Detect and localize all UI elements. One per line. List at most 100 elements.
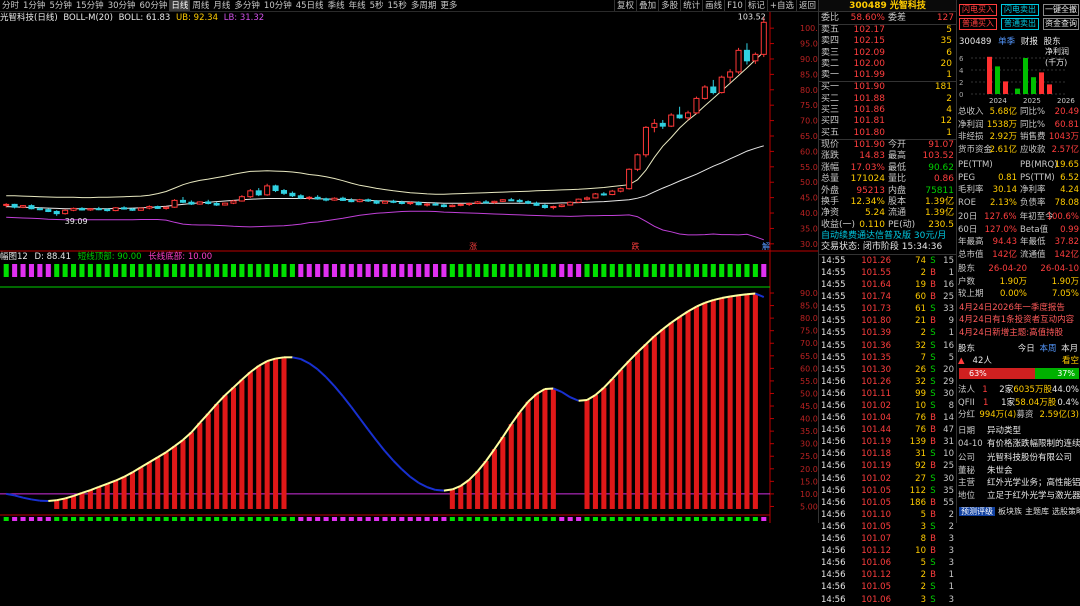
flash-sell-button[interactable]: 闪电卖出 — [1001, 4, 1039, 16]
level-label: 买五 — [819, 128, 839, 139]
period-tab[interactable]: 季线 — [326, 0, 347, 12]
order-level[interactable]: 卖二102.0020 — [819, 59, 956, 70]
candle-body — [458, 204, 463, 205]
period-tab[interactable]: 分时 — [0, 0, 21, 12]
auto-renew-notice[interactable]: 自动续费通达信普及版 30元/月 — [819, 231, 946, 242]
flash-buy-button[interactable]: 闪电买入 — [959, 4, 997, 16]
news-item[interactable]: 4月24日2026年一季度报告 — [957, 302, 1080, 314]
tick-list[interactable]: 14:55101.2674S1514:55101.552B114:55101.6… — [819, 255, 956, 606]
tick-volume: 61 — [891, 303, 926, 315]
order-level[interactable]: 买二101.882 — [819, 94, 956, 105]
tick-time: 14:56 — [819, 436, 849, 448]
candle-body — [214, 203, 219, 205]
tick-price: 101.73 — [849, 303, 891, 315]
order-level[interactable]: 买一101.90181 — [819, 82, 956, 93]
institution-count: 1 — [983, 397, 993, 410]
bottom-tab[interactable]: 主题库 — [1025, 507, 1049, 516]
stat-label: 净资 — [819, 208, 841, 219]
order-level[interactable]: 卖四102.1535 — [819, 36, 956, 47]
normal-buy-button[interactable]: 普通买入 — [959, 18, 997, 30]
bottom-signal-bar — [231, 517, 236, 521]
indicator-axis-label: 70.00 — [800, 339, 818, 348]
event-row[interactable]: 04-10有价格涨跌幅限制的连续 — [957, 438, 1080, 451]
tick-price: 101.39 — [849, 327, 891, 339]
period-tab[interactable]: 15分钟 — [74, 0, 106, 12]
candle-body — [54, 211, 59, 213]
news-list[interactable]: 4月24日2026年一季度报告4月24日有1条投资者互动内容4月24日新增主题:… — [957, 302, 1080, 339]
order-level[interactable]: 卖五102.175 — [819, 25, 956, 36]
indicator-bar — [753, 294, 758, 509]
info-value: 2.92万 — [983, 131, 1017, 144]
tick-price: 101.07 — [849, 533, 891, 545]
bottom-tab[interactable]: 板块族 — [998, 507, 1022, 516]
tick-price: 101.19 — [849, 460, 891, 472]
tick-row: 14:56101.1831S10 — [819, 448, 956, 460]
period-tab[interactable]: 月线 — [211, 0, 232, 12]
tab-week[interactable]: 本周 — [1039, 344, 1056, 354]
tick-volume: 76 — [891, 424, 926, 436]
candle-body — [180, 200, 185, 202]
boll-indicator-name[interactable]: BOLL-M(20) — [63, 13, 113, 23]
period-tab[interactable]: 10分钟 — [262, 0, 294, 12]
fund-query-button[interactable]: 资金查询 — [1043, 18, 1079, 30]
chart-tool-button[interactable]: 叠加 — [636, 0, 658, 12]
period-tab[interactable]: 15秒 — [386, 0, 409, 12]
info-value: 127.6% — [983, 211, 1017, 224]
indicator-bar — [635, 352, 640, 509]
period-tab[interactable]: 60分钟 — [138, 0, 170, 12]
period-tab[interactable]: 30分钟 — [106, 0, 138, 12]
period-tab[interactable]: 多周期 — [409, 0, 439, 12]
bottom-tab[interactable]: 选股策略 — [1052, 507, 1080, 516]
news-item[interactable]: 4月24日有1条投资者互动内容 — [957, 314, 1080, 326]
period-tab[interactable]: 日线 — [169, 0, 190, 12]
tab-month[interactable]: 本月 — [1061, 344, 1078, 354]
period-tab[interactable]: 1分钟 — [21, 0, 47, 12]
chart-tool-button[interactable]: 复权 — [614, 0, 636, 12]
chart-tool-button[interactable]: 统计 — [680, 0, 702, 12]
tab-today[interactable]: 今日 — [1018, 344, 1035, 354]
period-tab[interactable]: 45日线 — [294, 0, 326, 12]
candle-body — [265, 186, 270, 195]
order-level[interactable]: 卖三102.096 — [819, 48, 956, 59]
weibi-label: 委比 — [819, 12, 841, 24]
chart-tool-button[interactable]: 多股 — [658, 0, 680, 12]
candle-body — [172, 200, 177, 207]
event-list[interactable]: 日期异动类型04-10有价格涨跌幅限制的连续 — [957, 425, 1080, 450]
indicator-bar — [610, 379, 615, 509]
tab-quarter[interactable]: 单季 — [998, 37, 1015, 47]
tick-volume: 21 — [891, 315, 926, 327]
chart-tool-button[interactable]: 标记 — [745, 0, 767, 12]
cancel-all-button[interactable]: 一键全撤 — [1043, 4, 1079, 16]
indicator-axis-label: 55.00 — [800, 377, 818, 386]
candle-body — [559, 205, 564, 207]
period-tab[interactable]: 多分钟 — [232, 0, 262, 12]
period-tab[interactable]: 周线 — [190, 0, 211, 12]
signal-bar — [408, 264, 413, 277]
chart-tools: 复权叠加多股统计画线F10标记+自选返回 — [614, 0, 818, 12]
period-tab[interactable]: 年线 — [347, 0, 368, 12]
chart-tool-button[interactable]: 返回 — [796, 0, 818, 12]
order-level[interactable]: 买四101.8112 — [819, 116, 956, 127]
bottom-tab[interactable]: 预测评级 — [959, 507, 995, 516]
tick-price: 101.44 — [849, 424, 891, 436]
chart-tool-button[interactable]: 画线 — [702, 0, 724, 12]
tick-row: 14:56101.065S3 — [819, 557, 956, 569]
period-tab[interactable]: 更多 — [438, 0, 459, 12]
order-level[interactable]: 卖一101.991 — [819, 70, 956, 81]
period-tab[interactable]: 5分钟 — [47, 0, 73, 12]
indicator-name[interactable]: 幅图12 — [0, 252, 28, 262]
signal-bar — [686, 264, 691, 277]
normal-sell-button[interactable]: 普通卖出 — [1001, 18, 1039, 30]
order-level[interactable]: 买五101.801 — [819, 128, 956, 139]
news-item[interactable]: 4月24日新增主题:高值持股 — [957, 327, 1080, 339]
tick-price: 101.05 — [849, 581, 891, 593]
order-level[interactable]: 买三101.864 — [819, 105, 956, 116]
period-tab[interactable]: 5秒 — [368, 0, 386, 12]
chart-tool-button[interactable]: F10 — [724, 0, 745, 12]
stock-code-title: 300489 光智科技 — [819, 0, 956, 12]
info-row: PE(TTM)PB(MRQ)19.65 — [957, 159, 1080, 172]
candle-body — [366, 200, 371, 201]
candle-body — [416, 203, 421, 205]
chart-tool-button[interactable]: +自选 — [767, 0, 796, 12]
tab-report[interactable]: 财报 — [1021, 37, 1038, 47]
